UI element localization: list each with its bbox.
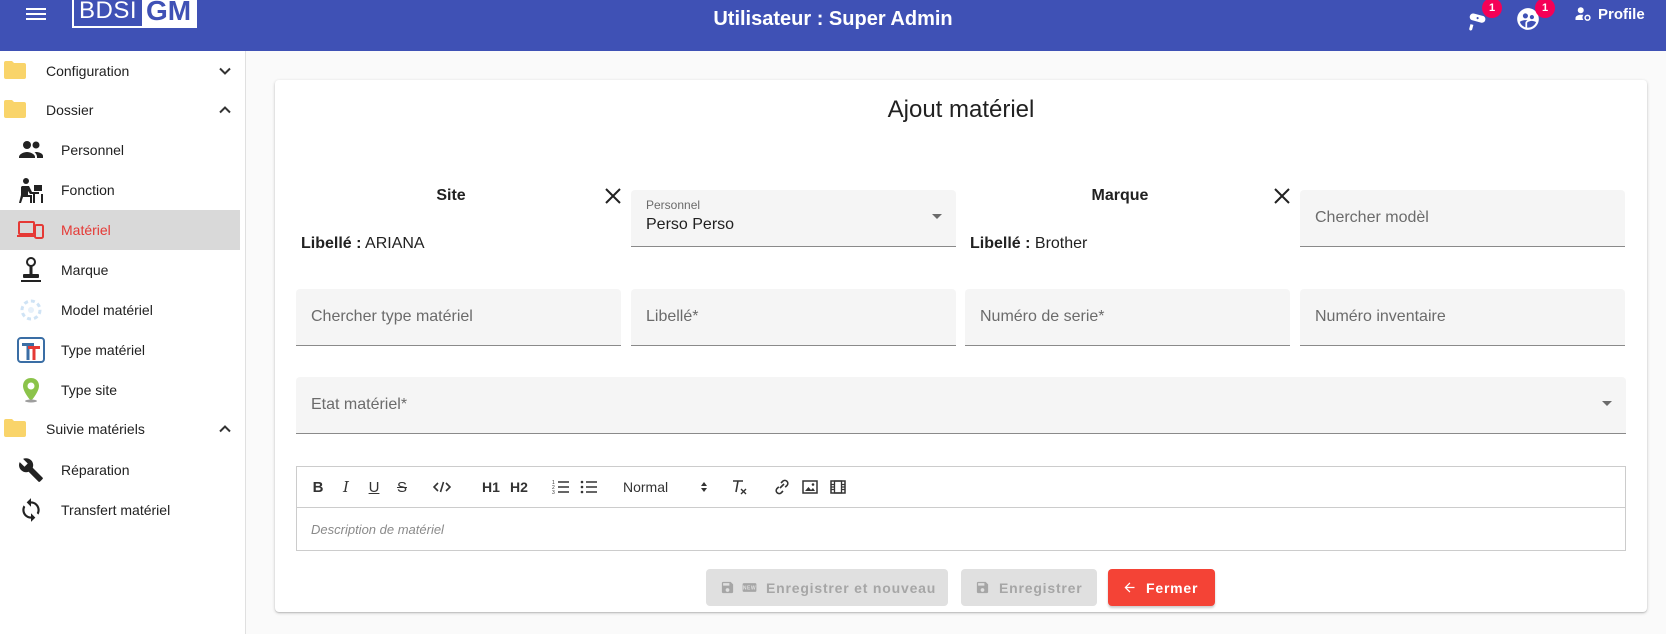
- site-selection: Site Libellé : ARIANA: [296, 179, 621, 259]
- devices-icon: [17, 221, 44, 239]
- svg-text:3: 3: [552, 490, 555, 495]
- new-badge-icon: NEW: [742, 583, 757, 592]
- add-materiel-card: Ajout matériel Site Libellé : ARIANA Per…: [275, 80, 1647, 612]
- sidebar-item-model-materiel[interactable]: Model matériel: [0, 290, 240, 330]
- video-icon[interactable]: [827, 477, 849, 497]
- sidebar-item-materiel[interactable]: Matériel: [0, 210, 240, 250]
- description-textarea[interactable]: Description de matériel: [311, 522, 444, 537]
- code-icon[interactable]: [431, 477, 453, 497]
- people-icon: [19, 141, 43, 158]
- site-heading: Site: [436, 187, 466, 204]
- chevron-down-icon: [219, 67, 231, 75]
- close-button[interactable]: Fermer: [1108, 569, 1215, 606]
- marque-value: Libellé : Brother: [970, 235, 1088, 252]
- type-materiel-search-input[interactable]: Chercher type matériel: [296, 289, 621, 346]
- type-t-icon: [17, 337, 45, 363]
- sidebar-item-fonction[interactable]: Fonction: [0, 170, 240, 210]
- strikethrough-icon[interactable]: S: [391, 477, 413, 497]
- description-editor: B I U S H1 H2 123 Normal Description de …: [296, 466, 1626, 551]
- app-bar: BDSI GM Utilisateur : Super Admin 1 1 Pr…: [0, 0, 1666, 51]
- sidebar-item-personnel[interactable]: Personnel: [0, 130, 240, 170]
- notification-badge: 1: [1482, 0, 1502, 18]
- marque-heading: Marque: [1091, 187, 1149, 204]
- logo: BDSI GM: [72, 0, 198, 28]
- dropdown-arrow-icon: [932, 214, 942, 219]
- sidebar-group-dossier[interactable]: Dossier: [0, 91, 240, 129]
- page-title: Ajout matériel: [887, 96, 1035, 123]
- user-settings-icon: [1575, 7, 1591, 21]
- heading2-icon[interactable]: H2: [507, 477, 531, 497]
- bullet-list-icon[interactable]: [578, 477, 600, 497]
- worker-desk-icon: [19, 178, 43, 203]
- sidebar-group-suivie-materiels[interactable]: Suivie matériels: [0, 410, 240, 448]
- site-value: Libellé : ARIANA: [301, 235, 425, 252]
- numero-inventaire-input[interactable]: Numéro inventaire: [1300, 289, 1625, 346]
- profile-button[interactable]: Profile: [1574, 2, 1645, 26]
- save-and-new-button[interactable]: NEW Enregistrer et nouveau: [706, 569, 948, 606]
- location-pin-icon: [23, 378, 39, 403]
- chevron-up-icon: [219, 425, 231, 433]
- modele-search-input[interactable]: Chercher modèl: [1300, 190, 1625, 247]
- clear-format-icon[interactable]: [729, 477, 751, 497]
- dropdown-arrow-icon: [1602, 401, 1612, 406]
- wrench-icon: [19, 458, 43, 482]
- games-notification-button[interactable]: 1: [1462, 0, 1502, 34]
- folder-icon: [4, 61, 26, 79]
- marque-selection: Marque Libellé : Brother: [965, 179, 1290, 259]
- sidebar-item-reparation[interactable]: Réparation: [0, 450, 240, 490]
- sync-icon: [22, 498, 40, 522]
- save-icon: [721, 581, 734, 594]
- folder-icon: [4, 100, 26, 118]
- italic-icon[interactable]: I: [335, 477, 357, 497]
- clear-site-icon[interactable]: [602, 185, 624, 207]
- updown-caret-icon: [701, 482, 707, 492]
- stamp-icon: [21, 257, 41, 282]
- bold-icon[interactable]: B: [307, 477, 329, 497]
- image-icon[interactable]: [799, 477, 821, 497]
- heading1-icon[interactable]: H1: [479, 477, 503, 497]
- ordered-list-icon[interactable]: 123: [550, 477, 572, 497]
- personnel-select[interactable]: Personnel Perso Perso: [631, 190, 956, 247]
- model-icon: [20, 299, 42, 321]
- chevron-up-icon: [219, 106, 231, 114]
- sidebar-item-transfert-materiel[interactable]: Transfert matériel: [0, 490, 240, 530]
- sidebar-item-type-materiel[interactable]: Type matériel: [0, 330, 240, 370]
- sidebar-item-type-site[interactable]: Type site: [0, 370, 240, 410]
- notification-badge: 1: [1535, 0, 1555, 18]
- arrow-left-icon: [1124, 582, 1135, 593]
- folder-icon: [4, 419, 26, 437]
- etat-materiel-select[interactable]: Etat matériel*: [296, 377, 1626, 434]
- users-notification-button[interactable]: 1: [1515, 0, 1555, 34]
- sidebar-item-marque[interactable]: Marque: [0, 250, 240, 290]
- save-icon: [976, 581, 989, 594]
- underline-icon[interactable]: U: [363, 477, 385, 497]
- editor-toolbar: B I U S H1 H2 123 Normal: [297, 467, 1625, 508]
- sidebar: Configuration Dossier Personnel Fonction…: [0, 51, 246, 634]
- libelle-input[interactable]: Libellé*: [631, 289, 956, 346]
- save-button[interactable]: Enregistrer: [961, 569, 1097, 606]
- svg-text:NEW: NEW: [743, 586, 756, 592]
- link-icon[interactable]: [771, 477, 793, 497]
- menu-icon[interactable]: [24, 4, 48, 24]
- sidebar-group-configuration[interactable]: Configuration: [0, 52, 240, 90]
- app-title: Utilisateur : Super Admin: [713, 8, 953, 30]
- header-format-select[interactable]: Normal: [623, 477, 709, 497]
- clear-marque-icon[interactable]: [1271, 185, 1293, 207]
- numero-serie-input[interactable]: Numéro de serie*: [965, 289, 1290, 346]
